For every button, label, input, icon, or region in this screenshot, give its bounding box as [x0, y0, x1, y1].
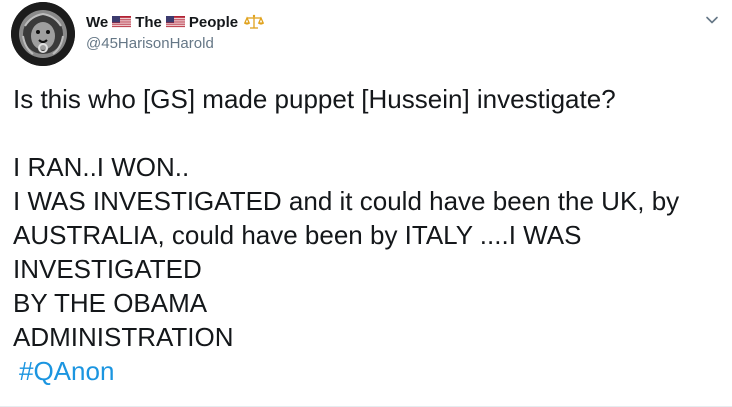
- name-word: We: [86, 13, 109, 31]
- us-flag-icon: [165, 16, 185, 28]
- balance-scale-icon: [243, 14, 265, 30]
- name-word: The: [135, 13, 162, 31]
- tweet-line: I RAN..I WON..: [13, 152, 190, 182]
- name-word: People: [188, 13, 239, 31]
- chevron-down-icon[interactable]: [704, 12, 720, 28]
- tweet-line: ADMINISTRATION: [13, 322, 234, 352]
- tweet-line: BY THE OBAMA: [13, 288, 208, 318]
- tweet-header: We The People @45HarisonHarold: [86, 11, 265, 55]
- us-flag-icon: [112, 16, 132, 28]
- tweet-card: We The People @45HarisonHarold Is this w…: [0, 0, 732, 407]
- tweet-line: INVESTIGATED: [13, 254, 202, 284]
- lion-head-icon: [11, 2, 75, 66]
- hashtag-link[interactable]: #QAnon: [13, 356, 114, 386]
- tweet-question: Is this who [GS] made puppet [Hussein] i…: [13, 84, 616, 114]
- tweet-line: AUSTRALIA, could have been by ITALY ....…: [13, 220, 582, 250]
- tweet-line: I WAS INVESTIGATED and it could have bee…: [13, 186, 680, 216]
- avatar[interactable]: [11, 2, 75, 66]
- tweet-text: Is this who [GS] made puppet [Hussein] i…: [13, 82, 725, 388]
- user-handle[interactable]: @45HarisonHarold: [86, 35, 264, 55]
- display-name[interactable]: We The People: [86, 11, 265, 33]
